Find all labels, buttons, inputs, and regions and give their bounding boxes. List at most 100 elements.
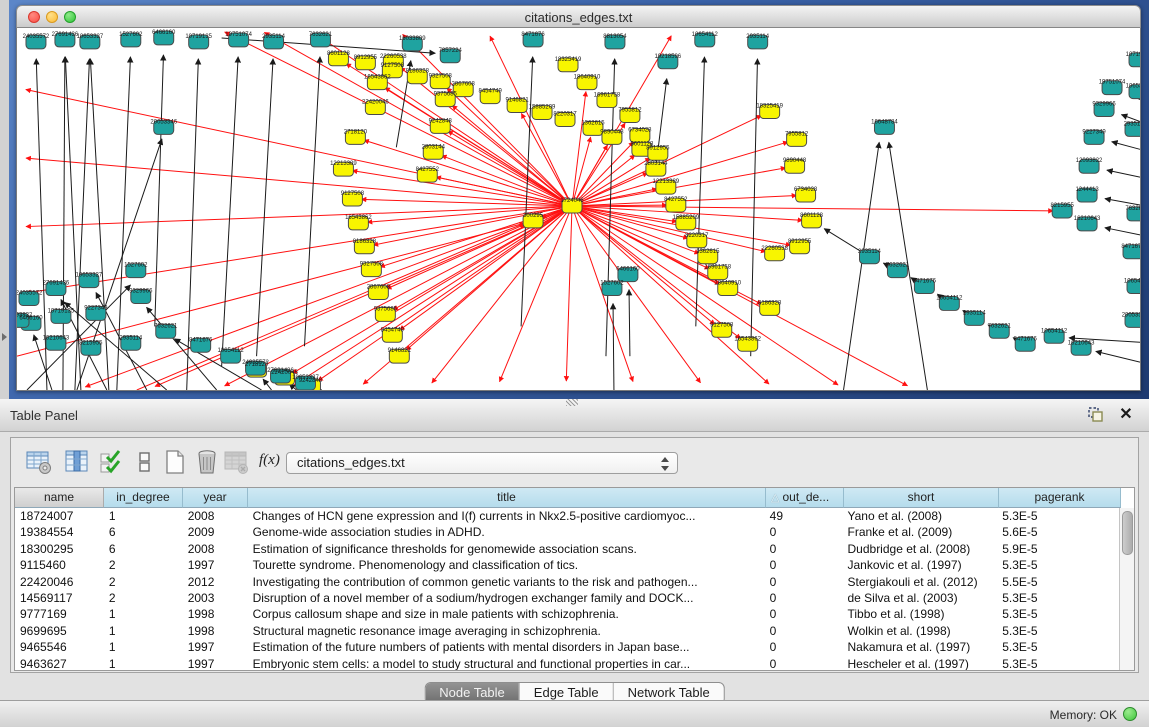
table-row[interactable]: 2242004622012Investigating the contribut… — [15, 574, 1119, 590]
graph-node-label: 6466160 — [616, 267, 640, 273]
table-row[interactable]: 1830029562008Estimation of significance … — [15, 541, 1119, 557]
graph-node-label: 9227349 — [84, 305, 108, 311]
citation-edge-black — [1105, 199, 1140, 205]
column-header-short[interactable]: short — [844, 488, 999, 508]
cell-title: Investigating the contribution of common… — [248, 574, 765, 590]
cell-year: 2009 — [183, 524, 248, 540]
citation-edge-red — [292, 206, 572, 373]
graph-node-label: 27691436 — [267, 368, 294, 374]
select-column-icon[interactable] — [63, 448, 91, 476]
network-view-window[interactable]: citations_edges.txt 8601128 8912955222605… — [16, 5, 1141, 391]
cell-short: de Silva et al. (2003) — [843, 590, 998, 606]
graph-node-label: 9146821 — [388, 348, 412, 354]
cell-name: 19384554 — [15, 524, 104, 540]
table-header-row[interactable]: namein_degreeyeartitle△out_de...shortpag… — [15, 488, 1134, 508]
split-pane-grip[interactable] — [566, 399, 578, 406]
citation-edge-black — [1096, 351, 1140, 362]
column-header-out-de-[interactable]: △out_de... — [766, 488, 844, 508]
delete-icon[interactable] — [193, 448, 221, 476]
cell-title: Changes of HCN gene expression and I(f) … — [248, 508, 765, 524]
cell-year: 2003 — [183, 590, 248, 606]
cell-short: Nakamura et al. (1997) — [843, 639, 998, 655]
cell-title: Disruption of a novel member of a sodium… — [248, 590, 765, 606]
new-table-icon[interactable] — [161, 448, 189, 476]
cell-name: 9463627 — [15, 656, 104, 670]
graph-node-label: 9890448 — [783, 158, 807, 164]
graph-node-label: 1527602 — [600, 281, 624, 287]
cell-title: Estimation of the future numbers of pati… — [248, 639, 765, 655]
graph-node-label: 10654112 — [1124, 279, 1140, 285]
table-row[interactable]: 1456911722003Disruption of a novel membe… — [15, 590, 1119, 606]
sort-ascending-icon: △ — [771, 492, 779, 504]
table-row[interactable]: 946362711997Embryonic stem cells: a mode… — [15, 656, 1119, 670]
cell-name: 18724007 — [15, 508, 104, 524]
expand-panel-arrow-icon[interactable] — [2, 333, 7, 341]
graph-node-label: 9127508 — [381, 63, 405, 69]
close-panel-icon[interactable]: ✕ — [1117, 404, 1135, 424]
column-header-in-degree[interactable]: in_degree — [104, 488, 183, 508]
select-all-icon[interactable] — [99, 448, 127, 476]
cell-year: 2008 — [183, 508, 248, 524]
column-header-name[interactable]: name — [15, 488, 104, 508]
cell-short: Wolkin et al. (1998) — [843, 623, 998, 639]
graph-node-label: 8601128 — [800, 213, 824, 219]
graph-node-label: 9227349 — [1082, 129, 1106, 135]
graph-node-label: 24035572 — [17, 291, 43, 297]
graph-node-label: 16210643 — [43, 335, 70, 341]
graph-node-label: 22260538 — [761, 246, 788, 252]
cell-pagerank: 5.3E-5 — [997, 656, 1119, 670]
graph-node-label: 1527602 — [124, 263, 148, 269]
table-row[interactable]: 1938455462009Genome-wide association stu… — [15, 524, 1119, 540]
column-header-year[interactable]: year — [183, 488, 248, 508]
cell-year: 1998 — [183, 606, 248, 622]
table-selector-dropdown[interactable]: citations_edges.txt — [286, 452, 678, 474]
graph-node-label: 18640910 — [574, 75, 601, 81]
table-body: 18724007 1 2008Changes of HCN gene express… — [15, 508, 1119, 670]
cell-out-de-: 0 — [765, 656, 843, 670]
function-builder-icon[interactable]: f(x) — [259, 452, 280, 469]
graph-node-label: 20053346 — [1122, 312, 1140, 318]
graph-node-label: 8186328 — [406, 69, 430, 75]
graph-node-label: 9327508 — [429, 74, 453, 80]
table-row[interactable]: 946554611997Estimation of the future num… — [15, 639, 1119, 655]
graph-node-label: 16210643 — [1068, 340, 1095, 346]
delete-table-icon-disabled — [223, 448, 251, 476]
citation-edge-red — [318, 206, 572, 381]
table-row[interactable]: 911546021997Tourette syndrome. Phenomeno… — [15, 557, 1119, 573]
citation-edge-red — [361, 199, 572, 206]
table-row[interactable]: 977716911998Corpus callosum shape and si… — [15, 606, 1119, 622]
column-header-pagerank[interactable]: pagerank — [999, 488, 1121, 508]
citation-edge-black — [257, 59, 273, 356]
float-panel-icon[interactable] — [1087, 406, 1105, 424]
citation-edge-red — [380, 206, 572, 267]
vertical-scrollbar[interactable] — [1119, 508, 1134, 670]
graph-node-label: 10654112 — [936, 296, 963, 302]
citation-edge-red — [26, 90, 572, 206]
graph-node-label: 1724046 — [560, 198, 584, 204]
graph-node-label: 8912955 — [788, 239, 812, 245]
clear-selection-icon[interactable] — [131, 448, 159, 476]
cell-out-de-: 0 — [765, 557, 843, 573]
window-titlebar[interactable]: citations_edges.txt — [16, 5, 1141, 28]
graph-node-label: 10719135 — [48, 308, 75, 314]
cell-short: Stergiakouli et al. (2012) — [843, 574, 998, 590]
cell-in-degree: 1 — [104, 656, 183, 670]
table-row[interactable]: 1872400712008Changes of HCN gene express… — [15, 508, 1119, 524]
table-panel-titlebar[interactable]: Table Panel ✕ — [0, 399, 1149, 432]
column-header-title[interactable]: title — [248, 488, 766, 508]
table-row[interactable]: 969969511998Structural magnetic resonanc… — [15, 623, 1119, 639]
citation-edge-red — [566, 206, 572, 381]
scrollbar-thumb[interactable] — [1122, 511, 1133, 555]
citation-network-graph[interactable]: 8601128891295522260538912750816543862818… — [17, 28, 1140, 390]
graph-node-label: 24035572 — [23, 34, 50, 40]
table-mode-icon[interactable] — [25, 448, 53, 476]
graph-node-label: 27691436 — [52, 32, 79, 38]
cell-out-de-: 0 — [765, 590, 843, 606]
memory-ok-indicator-icon[interactable] — [1123, 707, 1137, 721]
graph-node-label: 12093822 — [1076, 158, 1103, 164]
graph-node-label: 6734028 — [628, 127, 652, 133]
citation-edge-red — [364, 140, 572, 206]
graph-node-label: 8813054 — [603, 34, 627, 40]
citation-edge-black — [155, 55, 164, 327]
network-canvas[interactable]: 8601128891295522260538912750816543862818… — [16, 28, 1141, 391]
